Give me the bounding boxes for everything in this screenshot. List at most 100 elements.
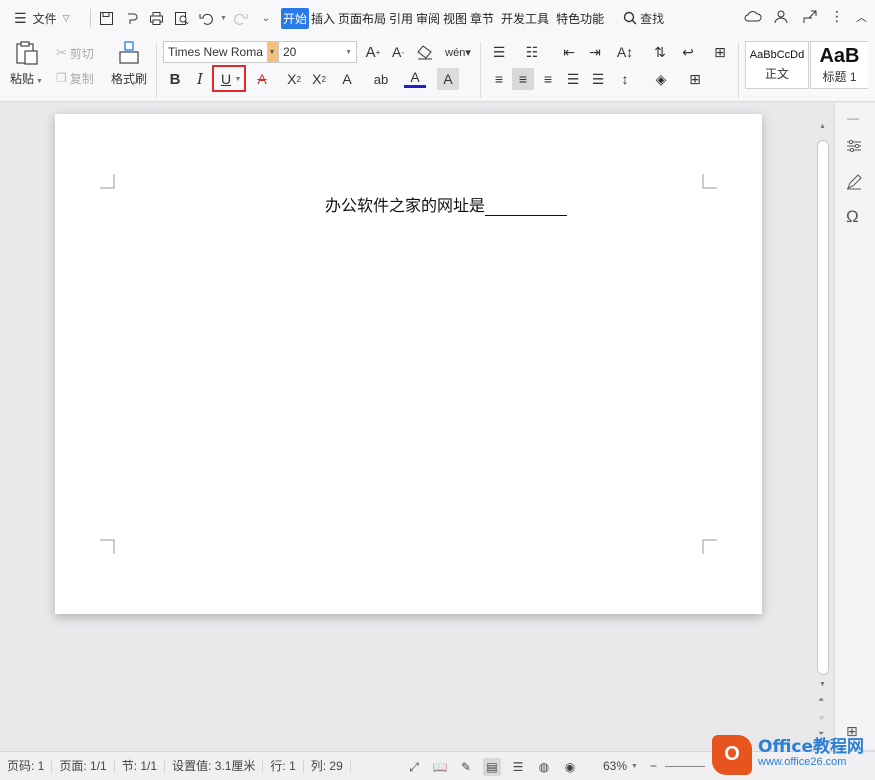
style-heading-1[interactable]: AaB 标题 1 [810,41,868,89]
tab-insert[interactable]: 插入 [309,8,336,29]
view-mode-toolbar: ⤢ 📖 ✎ ▤ ☰ ◍ ◉ [405,758,579,776]
text-direction-icon[interactable]: A↕ [614,41,636,63]
sort-icon[interactable]: ⇅ [649,41,671,63]
increase-indent-icon[interactable]: ⇥ [584,41,606,63]
customize-toolbar-icon[interactable]: ⌄ [255,7,277,29]
superscript-icon[interactable]: X2 [283,68,305,90]
undo-dropdown-icon[interactable]: ▼ [220,15,227,22]
tab-review[interactable]: 审阅 [414,8,441,29]
select-browse-icon[interactable]: ○ [819,713,824,722]
grow-font-icon[interactable]: A + [362,41,384,63]
format-painter-button[interactable]: 格式刷 [111,40,147,87]
web-view-icon[interactable]: ◍ [535,758,553,776]
zoom-dropdown-icon[interactable]: ▼ [631,763,638,770]
fill-color-icon[interactable]: ◈ [650,68,672,90]
phonetic-guide-icon[interactable]: wén▾ [442,41,474,63]
numbered-list-icon[interactable]: ☷ [521,41,543,63]
tab-section[interactable]: 章节 [468,8,495,29]
align-left-icon[interactable]: ≡ [488,68,510,90]
status-setting-value[interactable]: 设置值: 3.1厘米 [165,759,264,773]
eye-protection-icon[interactable]: ◉ [561,758,579,776]
collapse-ribbon-icon[interactable]: ︿ [856,9,867,25]
italic-icon[interactable]: I [189,68,211,90]
borders-icon[interactable]: ⊞ [684,68,706,90]
format-painter-label: 格式刷 [111,72,148,86]
font-name-value: Times New Roma [168,45,263,59]
copy-button[interactable]: ❐ 复制 [56,67,94,89]
font-name-select[interactable]: Times New Roma ▼ [163,41,278,63]
quick-access-toolbar: ▼ ⌄ [95,7,277,29]
bold-icon[interactable]: B [164,68,186,90]
logo-url: www.office26.com [758,755,847,768]
page-view-icon[interactable]: ▤ [483,758,501,776]
prev-page-icon[interactable]: ⏶ [818,695,824,705]
collapse-pane-icon[interactable]: — [847,111,859,125]
status-column[interactable]: 列: 29 [304,759,351,773]
font-size-dropdown-icon: ▼ [345,48,352,56]
tab-page-layout[interactable]: 页面布局 [336,8,387,29]
more-icon[interactable]: ⋮ [830,8,844,25]
print-preview-icon[interactable] [170,7,192,29]
strikethrough-icon[interactable]: A [251,68,273,90]
justify-icon[interactable]: ☰ [562,68,584,90]
align-center-icon[interactable]: ≡ [512,68,534,90]
text-effect-icon[interactable]: A [336,68,358,90]
edit-mode-icon[interactable]: ✎ [457,758,475,776]
fullscreen-icon[interactable]: ⤢ [405,758,423,776]
align-right-icon[interactable]: ≡ [537,68,559,90]
tab-features[interactable]: 特色功能 [554,8,605,29]
highlight-icon[interactable]: ab [370,68,392,90]
decrease-indent-icon[interactable]: ⇤ [558,41,580,63]
redo-icon[interactable] [230,7,252,29]
tab-developer[interactable]: 开发工具 [499,8,550,29]
status-section[interactable]: 节: 1/1 [115,759,166,773]
style-normal[interactable]: AaBbCcDd 正文 [745,41,809,89]
scrollbar-thumb[interactable] [817,140,829,675]
undo-icon[interactable] [195,7,217,29]
read-mode-icon[interactable]: 📖 [431,758,449,776]
search-button[interactable]: 查找 [623,10,664,27]
paste-button[interactable]: 粘贴 ▼ [10,40,43,87]
zoom-out-icon[interactable]: − [650,759,657,773]
document-page[interactable]: 办公软件之家的网址是 [55,114,762,614]
style-h1-label: 标题 1 [822,70,857,84]
file-menu[interactable]: ☰ 文件 ▽ [0,10,86,27]
subscript-icon[interactable]: X2 [308,68,330,90]
shrink-font-icon[interactable]: A- [387,41,409,63]
character-shading-icon[interactable]: A [437,68,459,90]
show-marks-icon[interactable]: ⊞ [709,41,731,63]
outline-view-icon[interactable]: ☰ [509,758,527,776]
document-text-line[interactable]: 办公软件之家的网址是 [325,192,568,216]
copy-icon: ❐ [56,71,67,85]
collaborate-icon[interactable] [774,9,790,25]
underline-highlight-box [212,65,246,92]
settings-sliders-icon[interactable] [845,137,863,155]
print-icon[interactable] [145,7,167,29]
tab-view[interactable]: 视图 [441,8,468,29]
bullet-list-icon[interactable]: ☰ [488,41,510,63]
scroll-down-icon[interactable]: ▼ [819,681,826,688]
font-size-select[interactable]: 20 ▼ [278,41,357,63]
pen-icon[interactable] [845,173,863,191]
cloud-sync-icon[interactable] [744,9,762,25]
tab-home[interactable]: 开始 [280,7,309,29]
clear-format-icon[interactable] [414,41,436,63]
zoom-control[interactable]: 63% ▼ − [603,759,705,773]
line-spacing-icon[interactable]: ↕ [614,68,636,90]
undo-history-icon[interactable] [120,7,142,29]
status-row[interactable]: 行: 1 [263,759,304,773]
status-pages[interactable]: 页面: 1/1 [52,759,115,773]
distributed-icon[interactable]: ☰ [587,68,609,90]
save-icon[interactable] [95,7,117,29]
font-color-icon[interactable]: A [404,68,426,88]
line-break-icon[interactable]: ↩ [677,41,699,63]
zoom-slider[interactable] [664,765,705,767]
cut-label: 剪切 [69,46,94,61]
window-actions: ⋮ ︿ [744,8,867,25]
tab-references[interactable]: 引用 [387,8,414,29]
scroll-up-icon[interactable]: ▲ [819,123,826,130]
cut-button[interactable]: ✂ 剪切 [56,42,94,64]
omega-symbol-icon[interactable]: Ω [846,207,859,227]
share-icon[interactable] [802,9,818,25]
status-page-number[interactable]: 页码: 1 [0,759,53,773]
